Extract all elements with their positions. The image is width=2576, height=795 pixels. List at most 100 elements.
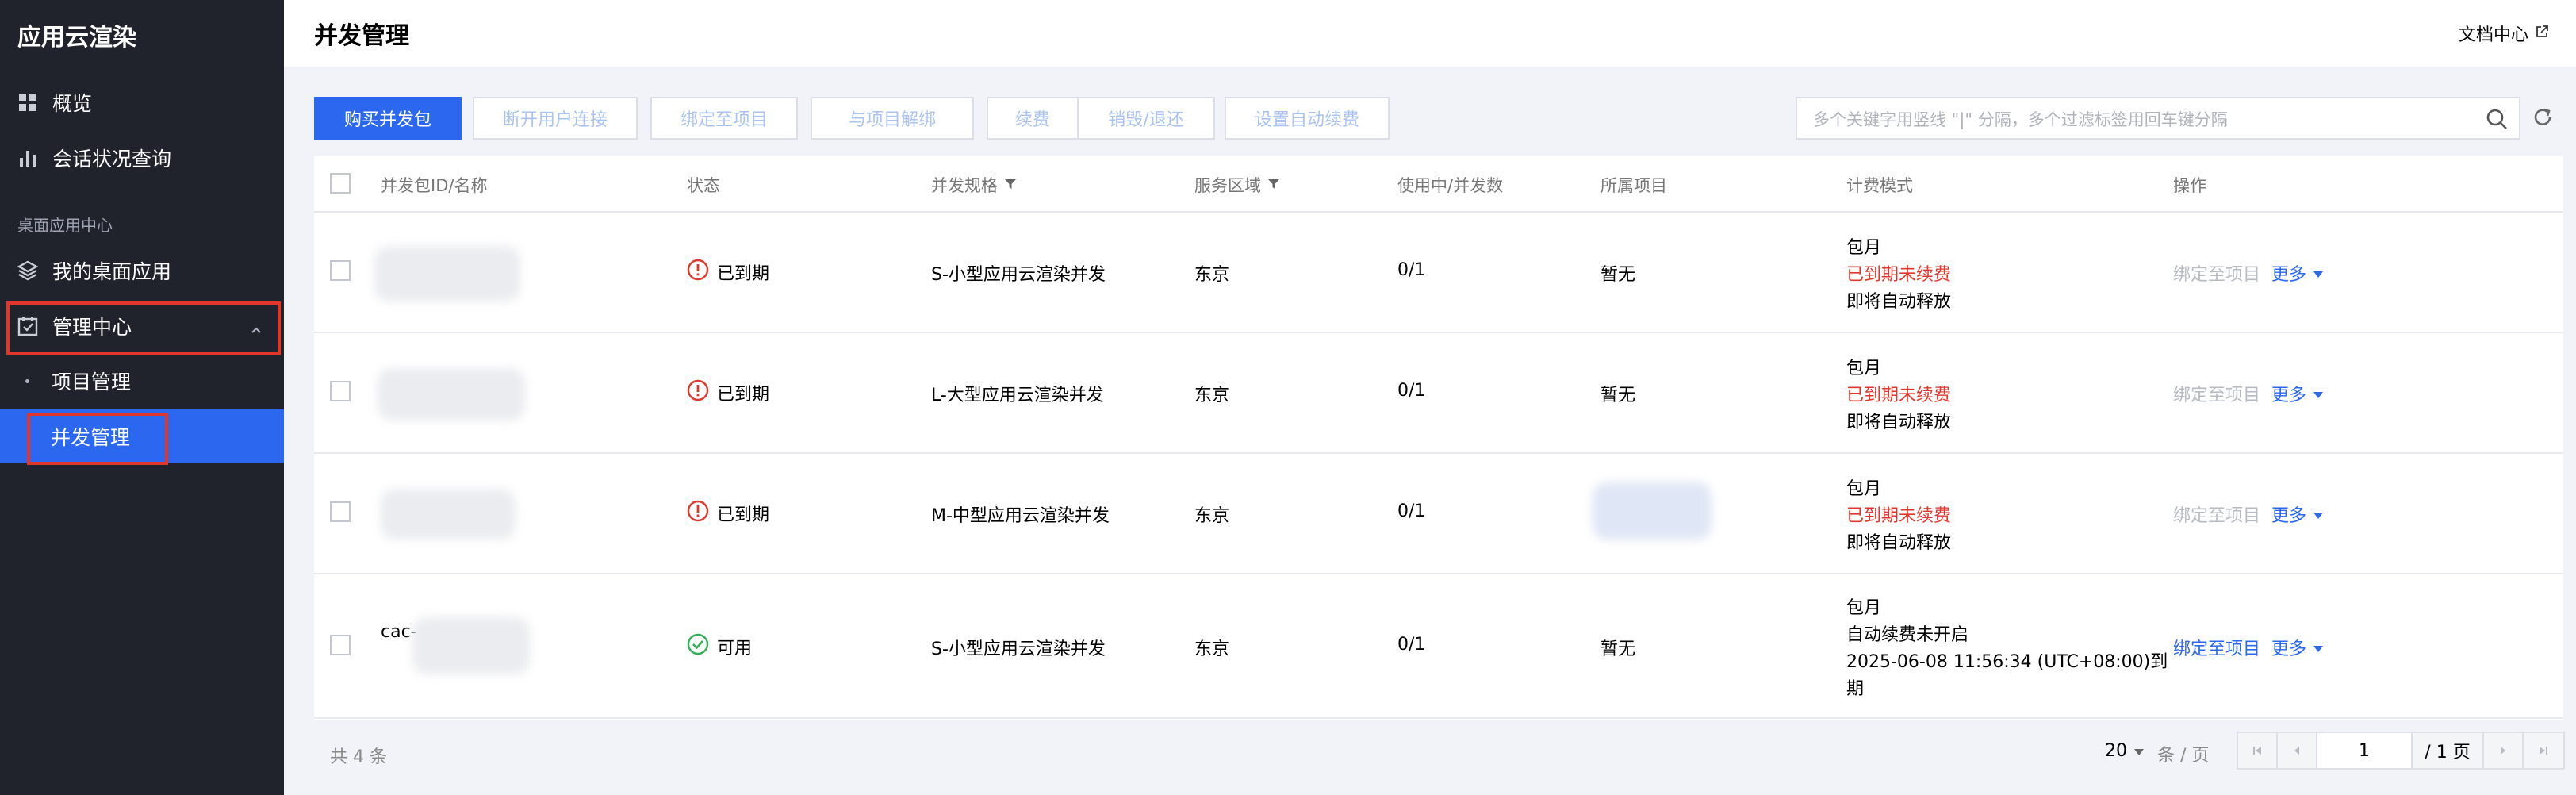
prev-page-button[interactable]: [2278, 733, 2317, 768]
search-icon[interactable]: [2486, 108, 2508, 130]
table-header: 并发包ID/名称 状态 并发规格 服务区域 使用中/并发数 所属项目 计费模式 …: [314, 156, 2563, 213]
usage-cell: 0/1: [1397, 260, 1426, 280]
billing-plan: 包月: [1846, 479, 1882, 499]
filter-icon[interactable]: [1004, 175, 1017, 194]
more-menu[interactable]: 更多: [2271, 260, 2324, 286]
column-header-spec: 并发规格: [931, 173, 1017, 197]
more-menu[interactable]: 更多: [2271, 381, 2324, 406]
column-header-actions: 操作: [2173, 176, 2206, 195]
bar-chart-icon: [17, 148, 38, 168]
row-checkbox[interactable]: [330, 381, 351, 401]
table-row: cac- 可用 S-小型应用云渲染并发 东京 0/1 暂无 包月 自动续费未开启…: [314, 574, 2563, 719]
caret-down-icon: [2133, 741, 2145, 761]
spec-cell: S-小型应用云渲染并发: [931, 639, 1106, 659]
refresh-icon[interactable]: [2532, 106, 2554, 129]
destroy-refund-button[interactable]: 销毁/退还: [1077, 97, 1215, 140]
bind-project-button[interactable]: 绑定至项目: [650, 97, 798, 140]
sidebar-item-label: 概览: [52, 92, 93, 115]
row-checkbox[interactable]: [330, 260, 351, 281]
project-cell: 暂无: [1600, 639, 1636, 659]
sidebar-item-my-desktop-apps[interactable]: 我的桌面应用: [0, 244, 284, 297]
more-menu[interactable]: 更多: [2271, 635, 2324, 660]
sidebar: 应用云渲染 概览 会话状况查询 桌面应用中心 我的桌面应用 管理中心 项目管理 …: [0, 0, 284, 795]
project-cell: 暂无: [1600, 265, 1636, 285]
caret-down-icon: [2313, 505, 2324, 524]
first-page-button[interactable]: [2238, 733, 2278, 768]
sidebar-item-label: 我的桌面应用: [52, 260, 172, 283]
sidebar-item-project-management[interactable]: 项目管理: [0, 354, 284, 408]
bind-project-link[interactable]: 绑定至项目: [2173, 381, 2260, 406]
caret-down-icon: [2313, 263, 2324, 283]
buy-package-button[interactable]: 购买并发包: [314, 97, 462, 140]
region-cell: 东京: [1194, 639, 1230, 659]
redacted-project-link: [1593, 482, 1712, 540]
billing-expiry: 2025-06-08 11:56:34 (UTC+08:00)到: [1846, 652, 2168, 672]
disconnect-user-button[interactable]: 断开用户连接: [473, 97, 638, 140]
pagination: / 1 页: [2237, 732, 2565, 770]
billing-status: 已到期未续费: [1846, 506, 1952, 526]
billing-plan: 包月: [1846, 598, 1882, 618]
table-row: 已到期 S-小型应用云渲染并发 东京 0/1 暂无 包月 已到期未续费 即将自动…: [314, 213, 2563, 333]
redacted-package-id: [412, 617, 530, 674]
region-cell: 东京: [1194, 265, 1230, 285]
bind-project-link[interactable]: 绑定至项目: [2173, 635, 2260, 660]
bind-project-link[interactable]: 绑定至项目: [2173, 260, 2260, 286]
concurrency-table: 并发包ID/名称 状态 并发规格 服务区域 使用中/并发数 所属项目 计费模式 …: [314, 156, 2563, 720]
search-input[interactable]: [1811, 105, 2465, 135]
sidebar-item-session-query[interactable]: 会话状况查询: [0, 132, 284, 184]
prev-page-icon: [2291, 741, 2302, 761]
status-cell: 已到期: [687, 259, 769, 286]
last-page-button[interactable]: [2524, 733, 2563, 768]
total-count: 共 4 条: [330, 747, 387, 767]
caret-down-icon: [2313, 384, 2324, 404]
unbind-project-button[interactable]: 与项目解绑: [811, 97, 974, 140]
page-size-select[interactable]: 20: [2105, 741, 2145, 761]
billing-status: 自动续费未开启: [1846, 625, 1969, 645]
region-cell: 东京: [1194, 386, 1230, 405]
search-box: [1796, 97, 2520, 140]
doc-center-link[interactable]: 文档中心: [2459, 21, 2549, 46]
page-header: 并发管理 文档中心: [284, 0, 2576, 67]
bind-project-link[interactable]: 绑定至项目: [2173, 501, 2260, 527]
row-actions: 绑定至项目 更多: [2173, 260, 2324, 286]
auto-renew-button[interactable]: 设置自动续费: [1225, 97, 1390, 140]
page-number-input[interactable]: [2317, 733, 2413, 768]
project-cell: 暂无: [1600, 386, 1636, 405]
redacted-package-id: [381, 489, 516, 540]
doc-center-label: 文档中心: [2458, 25, 2528, 45]
caret-down-icon: [2313, 638, 2324, 658]
dashboard-grid-icon: [17, 92, 38, 113]
billing-plan: 包月: [1846, 359, 1882, 378]
spec-cell: M-中型应用云渲染并发: [931, 506, 1110, 526]
row-checkbox[interactable]: [330, 501, 351, 522]
last-page-icon: [2538, 741, 2549, 761]
region-cell: 东京: [1194, 506, 1230, 526]
table-row: 已到期 L-大型应用云渲染并发 东京 0/1 暂无 包月 已到期未续费 即将自动…: [314, 333, 2563, 454]
highlight-box-concurrency: [27, 413, 168, 465]
warning-circle-icon: [687, 500, 709, 527]
more-menu[interactable]: 更多: [2271, 501, 2324, 527]
bullet-icon: [25, 378, 29, 383]
column-header-region: 服务区域: [1194, 173, 1280, 197]
renew-button[interactable]: 续费: [987, 97, 1079, 140]
billing-plan: 包月: [1846, 238, 1882, 258]
highlight-box-management: [6, 301, 281, 355]
select-all-checkbox[interactable]: [330, 173, 351, 194]
status-cell: 可用: [687, 633, 752, 660]
next-page-icon: [2497, 741, 2509, 761]
status-cell: 已到期: [687, 379, 769, 406]
billing-expiry-suffix: 期: [1846, 679, 1865, 699]
first-page-icon: [2252, 741, 2263, 761]
row-actions: 绑定至项目 更多: [2173, 381, 2324, 406]
spec-cell: S-小型应用云渲染并发: [931, 265, 1106, 285]
row-checkbox[interactable]: [330, 635, 351, 655]
status-cell: 已到期: [687, 500, 769, 527]
next-page-button[interactable]: [2484, 733, 2524, 768]
page-title: 并发管理: [314, 22, 409, 50]
usage-cell: 0/1: [1397, 635, 1426, 655]
usage-cell: 0/1: [1397, 381, 1426, 401]
package-id-prefix: cac-: [381, 622, 417, 642]
filter-icon[interactable]: [1267, 175, 1280, 194]
sidebar-item-overview[interactable]: 概览: [0, 76, 284, 129]
sidebar-item-label: 会话状况查询: [52, 148, 172, 171]
